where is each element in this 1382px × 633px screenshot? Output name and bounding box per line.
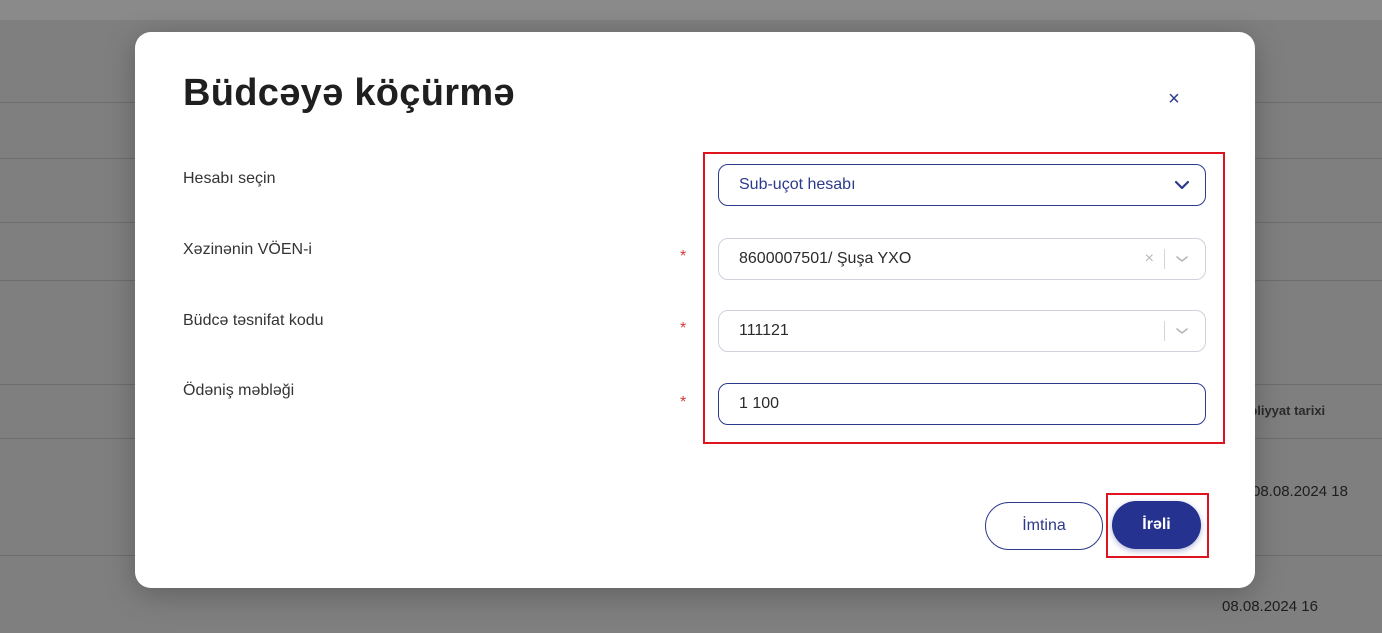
cancel-button[interactable]: İmtina bbox=[985, 502, 1103, 550]
treasury-voen-value: 8600007501/ Şuşa YXO bbox=[739, 250, 912, 267]
amount-label: Ödəniş məbləği bbox=[183, 382, 295, 399]
next-button[interactable]: İrəli bbox=[1112, 501, 1201, 549]
amount-field[interactable] bbox=[718, 383, 1206, 425]
required-mark: * bbox=[680, 248, 687, 265]
transfer-dialog: Büdcəyə köçürmə × Hesabı seçin Sub-uçot … bbox=[135, 32, 1255, 588]
chevron-down-icon[interactable] bbox=[1173, 322, 1191, 340]
separator bbox=[1164, 249, 1165, 269]
table-cell-date: 08.08.2024 18 bbox=[1252, 483, 1348, 500]
account-label: Hesabı seçin bbox=[183, 170, 276, 187]
chevron-down-icon[interactable] bbox=[1173, 250, 1191, 268]
table-cell-date: 08.08.2024 16 bbox=[1222, 598, 1318, 615]
budget-code-label: Büdcə təsnifat kodu bbox=[183, 312, 324, 329]
dialog-title: Büdcəyə köçürmə bbox=[183, 72, 515, 114]
required-mark: * bbox=[680, 320, 687, 337]
account-select-value: Sub-uçot hesabı bbox=[739, 176, 856, 193]
budget-code-select[interactable]: 111121 bbox=[718, 310, 1206, 352]
budget-code-value: 111121 bbox=[739, 322, 789, 339]
treasury-voen-label: Xəzinənin VÖEN-i bbox=[183, 241, 312, 258]
chevron-down-icon bbox=[1173, 176, 1191, 194]
close-icon[interactable]: × bbox=[1159, 84, 1189, 114]
required-mark: * bbox=[680, 394, 687, 411]
amount-input[interactable] bbox=[739, 395, 1191, 413]
separator bbox=[1164, 321, 1165, 341]
treasury-voen-select[interactable]: 8600007501/ Şuşa YXO × bbox=[718, 238, 1206, 280]
account-select[interactable]: Sub-uçot hesabı bbox=[718, 164, 1206, 206]
table-column-header: əliyyat tarixi bbox=[1250, 403, 1326, 418]
clear-icon[interactable]: × bbox=[1145, 250, 1154, 268]
